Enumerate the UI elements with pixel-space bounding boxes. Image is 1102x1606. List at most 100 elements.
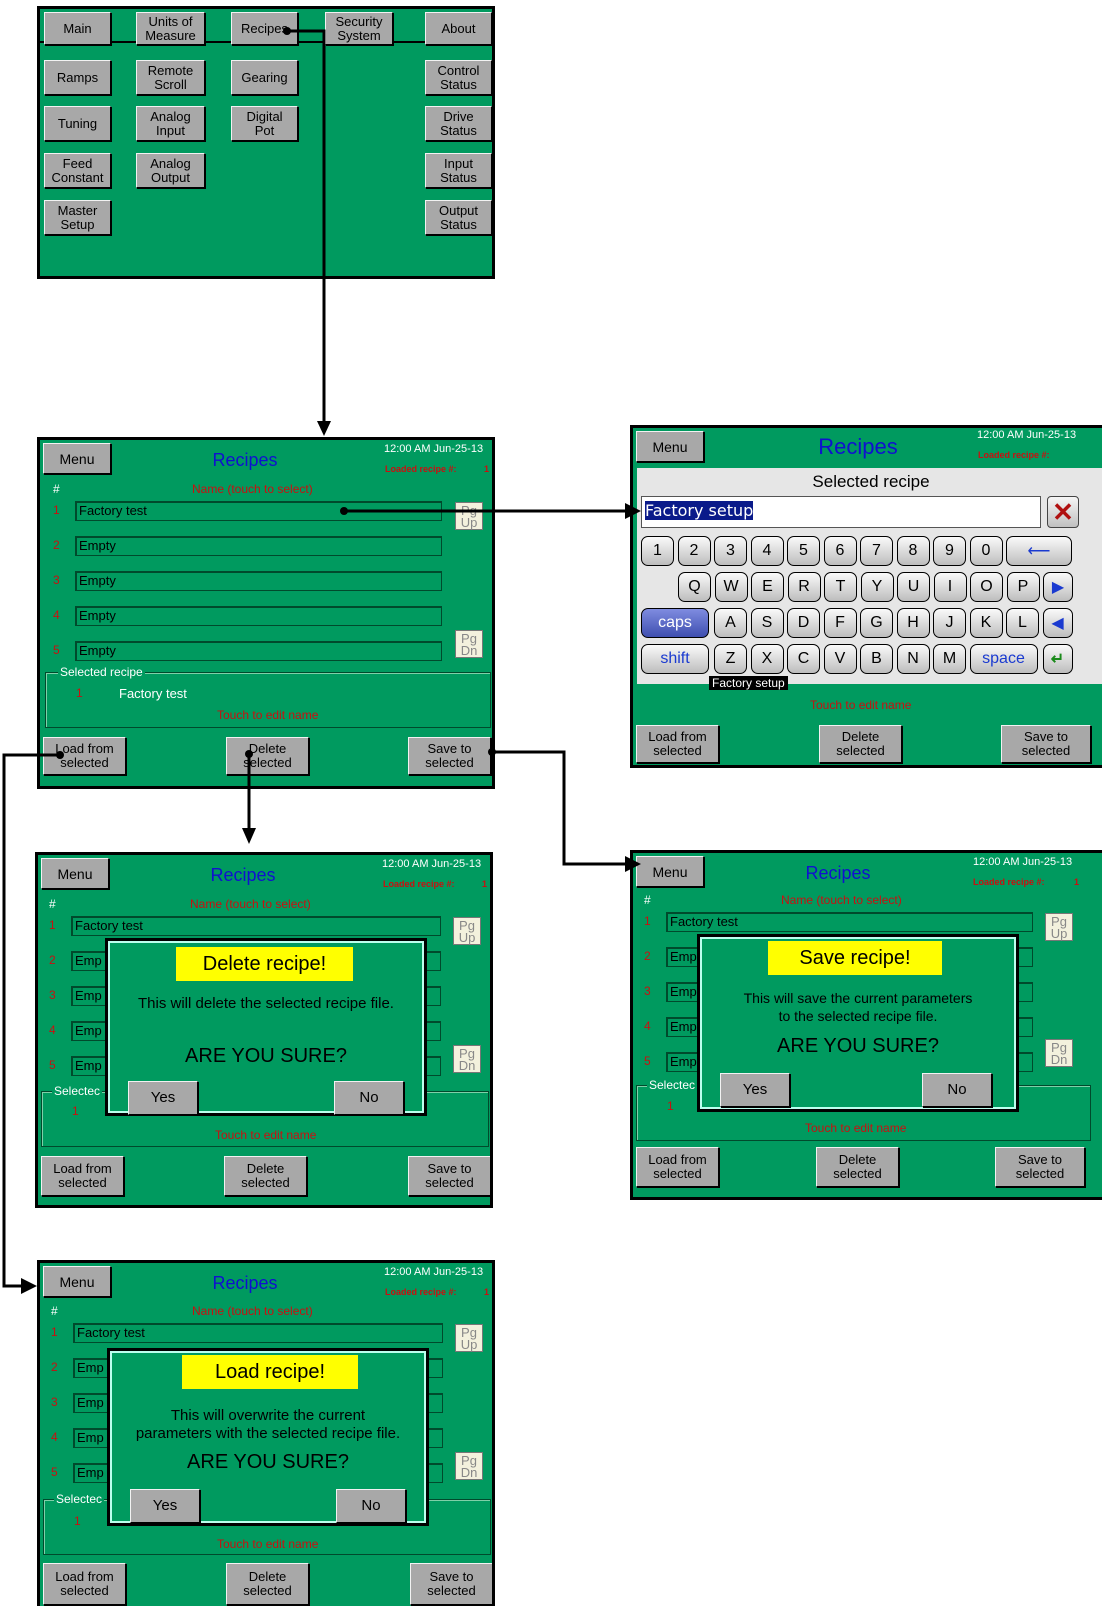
delete-selected-button[interactable]: Delete selected: [816, 1147, 899, 1187]
key-p[interactable]: P: [1006, 572, 1040, 602]
key-e[interactable]: E: [751, 572, 784, 602]
page-up-button[interactable]: Pg Up: [1045, 913, 1073, 941]
load-from-selected-button[interactable]: Load from selected: [41, 1156, 124, 1196]
tab-units-of-measure[interactable]: Units of Measure: [136, 12, 205, 45]
save-to-selected-button[interactable]: Save to selected: [995, 1147, 1085, 1187]
touch-to-edit-hint[interactable]: Touch to edit name: [217, 708, 318, 722]
key-3[interactable]: 3: [714, 536, 747, 566]
menu-button[interactable]: Menu: [41, 858, 109, 889]
page-up-button[interactable]: Pg Up: [455, 1324, 483, 1352]
delete-selected-button[interactable]: Delete selected: [226, 737, 309, 775]
key-s[interactable]: S: [750, 608, 784, 638]
key-2[interactable]: 2: [677, 536, 711, 566]
recipe-row-4[interactable]: Empty: [75, 606, 442, 626]
key-0[interactable]: 0: [969, 536, 1003, 566]
close-x-icon[interactable]: ✕: [1047, 496, 1079, 528]
touch-to-edit-hint[interactable]: Touch to edit name: [810, 698, 911, 712]
key-w[interactable]: W: [714, 572, 748, 602]
recipe-row-2[interactable]: Empty: [75, 536, 442, 556]
yes-button[interactable]: Yes: [128, 1081, 198, 1115]
yes-button[interactable]: Yes: [130, 1489, 200, 1523]
key-x[interactable]: X: [750, 644, 784, 674]
page-down-button[interactable]: Pg Dn: [455, 1452, 483, 1480]
master-setup-button[interactable]: Master Setup: [44, 200, 111, 235]
feed-constant-button[interactable]: Feed Constant: [44, 153, 111, 188]
delete-selected-button[interactable]: Delete selected: [224, 1156, 307, 1196]
key-c[interactable]: C: [787, 644, 820, 674]
key-q[interactable]: Q: [678, 572, 711, 602]
key-h[interactable]: H: [896, 608, 930, 638]
no-button[interactable]: No: [336, 1489, 406, 1523]
key-a[interactable]: A: [714, 608, 747, 638]
key-6[interactable]: 6: [823, 536, 857, 566]
key-d[interactable]: D: [787, 608, 820, 638]
delete-selected-button[interactable]: Delete selected: [226, 1563, 309, 1605]
load-from-selected-button[interactable]: Load from selected: [43, 1563, 126, 1605]
page-up-button[interactable]: Pg Up: [453, 917, 481, 945]
tab-recipes[interactable]: Recipes: [231, 12, 298, 45]
recipe-row-3[interactable]: Empty: [75, 571, 442, 591]
key-7[interactable]: 7: [860, 536, 893, 566]
save-to-selected-button[interactable]: Save to selected: [1001, 725, 1091, 763]
key-4[interactable]: 4: [750, 536, 784, 566]
page-down-button[interactable]: Pg Dn: [453, 1045, 481, 1073]
delete-selected-button[interactable]: Delete selected: [819, 725, 902, 763]
key-1[interactable]: 1: [641, 536, 674, 566]
menu-button[interactable]: Menu: [43, 1266, 111, 1297]
touch-to-edit-hint[interactable]: Touch to edit name: [217, 1537, 318, 1551]
digital-pot-button[interactable]: Digital Pot: [231, 106, 298, 141]
tuning-button[interactable]: Tuning: [44, 106, 111, 141]
save-to-selected-button[interactable]: Save to selected: [410, 1563, 492, 1605]
output-status-button[interactable]: Output Status: [425, 200, 492, 235]
enter-icon[interactable]: ↵: [1042, 644, 1073, 674]
key-u[interactable]: U: [897, 572, 930, 602]
key-v[interactable]: V: [823, 644, 857, 674]
caps-key[interactable]: caps: [641, 608, 709, 638]
save-to-selected-button[interactable]: Save to selected: [408, 1156, 490, 1196]
key-f[interactable]: F: [823, 608, 857, 638]
remote-scroll-button[interactable]: Remote Scroll: [136, 60, 205, 95]
load-from-selected-button[interactable]: Load from selected: [636, 1147, 719, 1187]
control-status-button[interactable]: Control Status: [425, 60, 492, 95]
analog-input-button[interactable]: Analog Input: [136, 106, 205, 141]
analog-output-button[interactable]: Analog Output: [136, 153, 205, 188]
recipe-row-1[interactable]: Factory test: [75, 501, 442, 521]
key-l[interactable]: L: [1006, 608, 1039, 638]
key-g[interactable]: G: [860, 608, 893, 638]
key-z[interactable]: Z: [714, 644, 747, 674]
space-key[interactable]: space: [969, 644, 1038, 674]
key-m[interactable]: M: [933, 644, 966, 674]
key-n[interactable]: N: [896, 644, 930, 674]
drive-status-button[interactable]: Drive Status: [425, 106, 492, 141]
menu-button[interactable]: Menu: [636, 856, 704, 887]
arrow-left-icon[interactable]: ⟵: [1006, 536, 1072, 566]
recipe-row-1[interactable]: Factory test: [73, 1323, 443, 1343]
key-t[interactable]: T: [824, 572, 857, 602]
gearing-button[interactable]: Gearing: [231, 60, 298, 95]
no-button[interactable]: No: [334, 1081, 404, 1115]
load-from-selected-button[interactable]: Load from selected: [636, 725, 719, 763]
page-up-button[interactable]: Pg Up: [455, 502, 483, 530]
key-8[interactable]: 8: [896, 536, 930, 566]
key-o[interactable]: O: [970, 572, 1003, 602]
key-r[interactable]: R: [787, 572, 821, 602]
recipe-name-input[interactable]: Factory setup: [641, 496, 1041, 528]
key-y[interactable]: Y: [860, 572, 894, 602]
recipe-row-1[interactable]: Factory test: [71, 916, 441, 936]
page-down-button[interactable]: Pg Dn: [1045, 1039, 1073, 1067]
load-from-selected-button[interactable]: Load from selected: [43, 737, 126, 775]
recipe-row-5[interactable]: Empty: [75, 641, 442, 661]
key-5[interactable]: 5: [787, 536, 820, 566]
menu-button[interactable]: Menu: [43, 443, 111, 474]
no-button[interactable]: No: [922, 1073, 992, 1107]
triangle-right-icon[interactable]: ▶: [1043, 572, 1073, 602]
key-b[interactable]: B: [860, 644, 893, 674]
ramps-button[interactable]: Ramps: [44, 60, 111, 95]
key-i[interactable]: I: [933, 572, 967, 602]
yes-button[interactable]: Yes: [720, 1073, 790, 1107]
tab-main[interactable]: Main: [44, 12, 111, 45]
touch-to-edit-hint[interactable]: Touch to edit name: [215, 1128, 316, 1142]
save-to-selected-button[interactable]: Save to selected: [408, 737, 491, 775]
key-9[interactable]: 9: [933, 536, 966, 566]
page-down-button[interactable]: Pg Dn: [455, 630, 483, 658]
